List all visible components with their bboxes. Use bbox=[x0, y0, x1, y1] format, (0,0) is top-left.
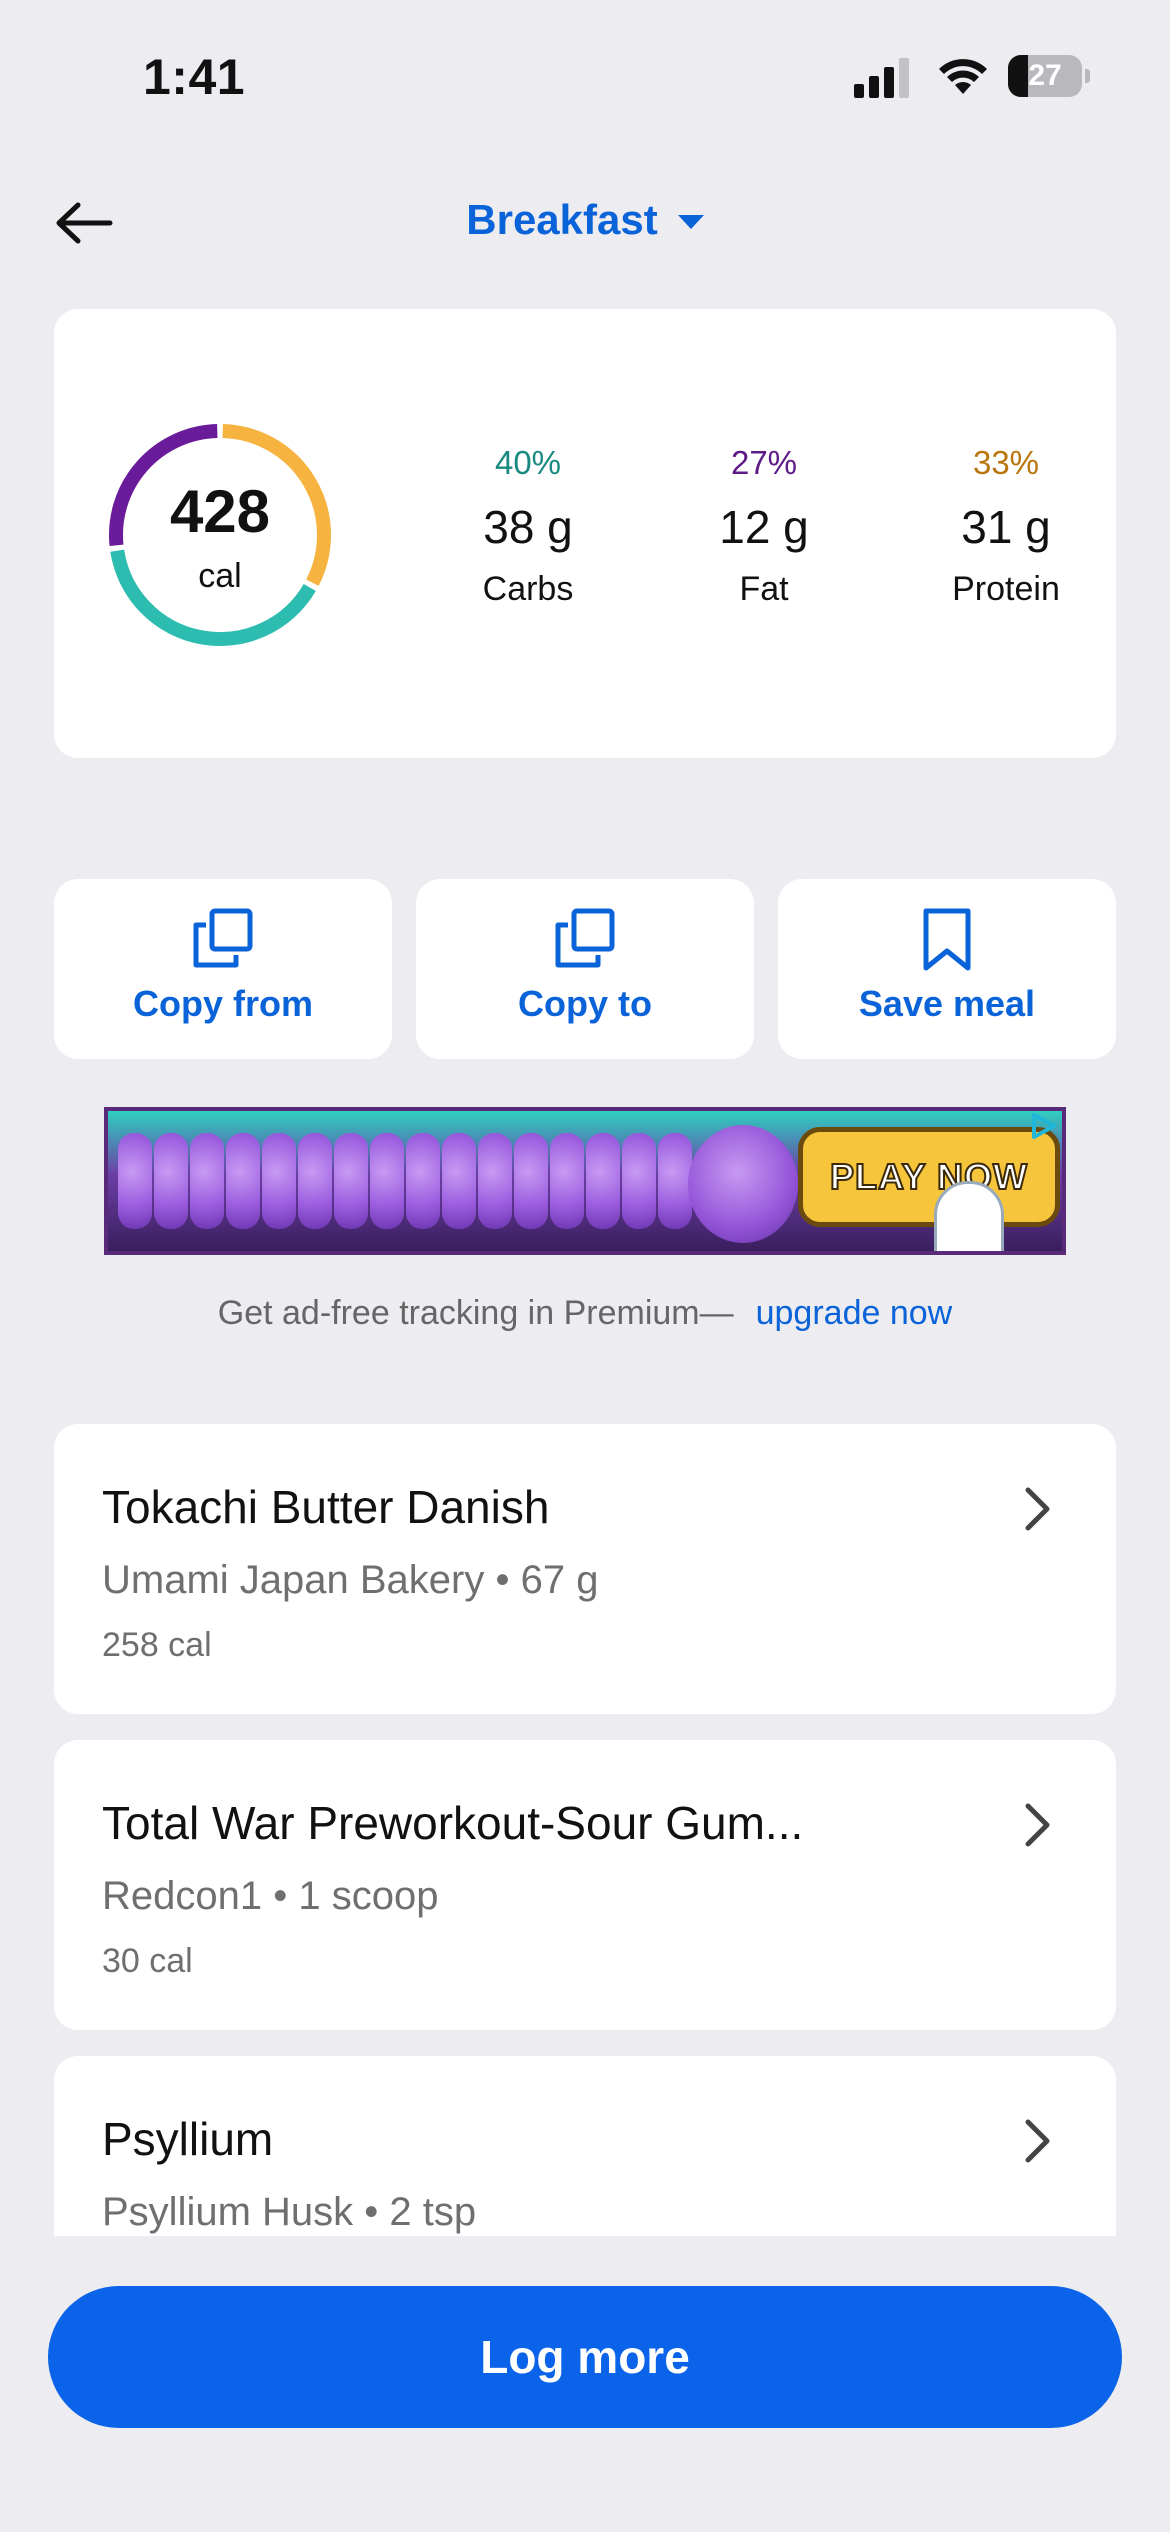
food-item[interactable]: Tokachi Butter Danish Umami Japan Bakery… bbox=[54, 1424, 1116, 1714]
wifi-icon bbox=[939, 59, 987, 94]
calorie-unit: cal bbox=[198, 557, 242, 595]
ad-pointer-hand-image bbox=[934, 1181, 1004, 1251]
status-time: 1:41 bbox=[143, 49, 246, 105]
calorie-total: 428 bbox=[169, 478, 271, 545]
chevron-right-icon bbox=[1025, 1803, 1050, 1847]
ad-play-now-button[interactable]: PLAY NOW bbox=[798, 1127, 1060, 1227]
ad-blob-image bbox=[226, 1133, 260, 1229]
premium-text: Get ad-free tracking in Premium— bbox=[217, 1294, 734, 1332]
save-meal-button[interactable]: Save meal bbox=[778, 879, 1116, 1059]
ad-blob-image bbox=[406, 1133, 440, 1229]
action-label: Copy from bbox=[133, 983, 313, 1024]
ad-blob-image bbox=[370, 1133, 404, 1229]
macro-grams: 38 g bbox=[483, 501, 573, 553]
chevron-right-icon bbox=[1025, 1487, 1050, 1531]
ad-blob-image bbox=[334, 1133, 368, 1229]
ad-banner[interactable]: PLAY NOW bbox=[104, 1107, 1066, 1255]
ad-blob-image bbox=[478, 1133, 512, 1229]
food-name: Psyllium bbox=[102, 2113, 274, 2165]
meal-selector-row: Breakfast bbox=[0, 196, 1170, 244]
food-name: Total War Preworkout-Sour Gum... bbox=[102, 1797, 804, 1849]
arrow-left-icon bbox=[56, 202, 113, 244]
back-button[interactable] bbox=[52, 195, 116, 251]
screen: 1:41 27 Breakfast 428 cal 40% 38 g Carbs… bbox=[0, 0, 1170, 2532]
ad-blob-image bbox=[262, 1133, 296, 1229]
food-item[interactable]: Total War Preworkout-Sour Gum... Redcon1… bbox=[54, 1740, 1116, 2030]
food-detail: Psyllium Husk • 2 tsp bbox=[102, 2190, 477, 2234]
macro-name: Carbs bbox=[482, 570, 574, 608]
caret-down-icon bbox=[677, 215, 704, 229]
ad-blob-image bbox=[586, 1133, 620, 1229]
battery-icon: 27 bbox=[1008, 55, 1090, 97]
food-item[interactable]: Psyllium Psyllium Husk • 2 tsp bbox=[54, 2056, 1116, 2236]
ad-character-image bbox=[688, 1125, 798, 1243]
macro-name: Fat bbox=[739, 570, 789, 608]
food-calories: 30 cal bbox=[102, 1942, 193, 1980]
food-detail: Umami Japan Bakery • 67 g bbox=[102, 1558, 599, 1602]
premium-upsell: Get ad-free tracking in Premium— upgrade … bbox=[0, 1294, 1170, 1333]
status-bar: 1:41 27 bbox=[0, 0, 1170, 150]
calorie-ring: 428 cal bbox=[104, 419, 336, 651]
meal-selector[interactable]: Breakfast bbox=[466, 196, 704, 244]
ad-blob-image bbox=[514, 1133, 548, 1229]
food-name: Tokachi Butter Danish bbox=[102, 1481, 550, 1533]
food-detail: Redcon1 • 1 scoop bbox=[102, 1874, 439, 1918]
action-label: Copy to bbox=[518, 983, 652, 1024]
copy-to-button[interactable]: Copy to bbox=[416, 879, 754, 1059]
nutrition-summary-card: 428 cal 40% 38 g Carbs 27% 12 g Fat 33% … bbox=[54, 309, 1116, 758]
meal-title: Breakfast bbox=[466, 196, 658, 243]
copy-from-button[interactable]: Copy from bbox=[54, 879, 392, 1059]
log-more-button[interactable]: Log more bbox=[48, 2286, 1122, 2428]
ad-blob-image bbox=[550, 1133, 584, 1229]
ad-blob-image bbox=[118, 1133, 152, 1229]
macro-fat: 27% 12 g Fat bbox=[664, 444, 864, 609]
upgrade-link[interactable]: upgrade now bbox=[756, 1294, 953, 1332]
battery-level: 27 bbox=[1028, 59, 1062, 92]
macro-carbs: 40% 38 g Carbs bbox=[428, 444, 628, 609]
chevron-right-icon bbox=[1025, 2119, 1050, 2163]
cellular-signal-icon bbox=[854, 58, 909, 98]
macro-protein: 33% 31 g Protein bbox=[906, 444, 1106, 609]
ad-blob-image bbox=[298, 1133, 332, 1229]
ad-blob-image bbox=[190, 1133, 224, 1229]
ad-blob-image bbox=[658, 1133, 692, 1229]
macro-percent: 27% bbox=[730, 444, 798, 481]
ad-blob-image bbox=[154, 1133, 188, 1229]
bookmark-icon bbox=[923, 908, 971, 971]
ad-blob-image bbox=[442, 1133, 476, 1229]
ad-blob-image bbox=[622, 1133, 656, 1229]
macro-percent: 40% bbox=[494, 444, 562, 481]
macro-grams: 31 g bbox=[961, 501, 1051, 553]
macro-percent: 33% bbox=[972, 444, 1040, 481]
macro-name: Protein bbox=[952, 570, 1060, 608]
food-list: Tokachi Butter Danish Umami Japan Bakery… bbox=[0, 1424, 1170, 2236]
macro-grams: 12 g bbox=[719, 501, 809, 553]
copy-icon bbox=[193, 908, 253, 968]
action-label: Save meal bbox=[858, 983, 1036, 1024]
ad-choices-icon[interactable] bbox=[1028, 1111, 1058, 1141]
copy-icon bbox=[555, 908, 615, 968]
food-calories: 258 cal bbox=[102, 1626, 212, 1664]
